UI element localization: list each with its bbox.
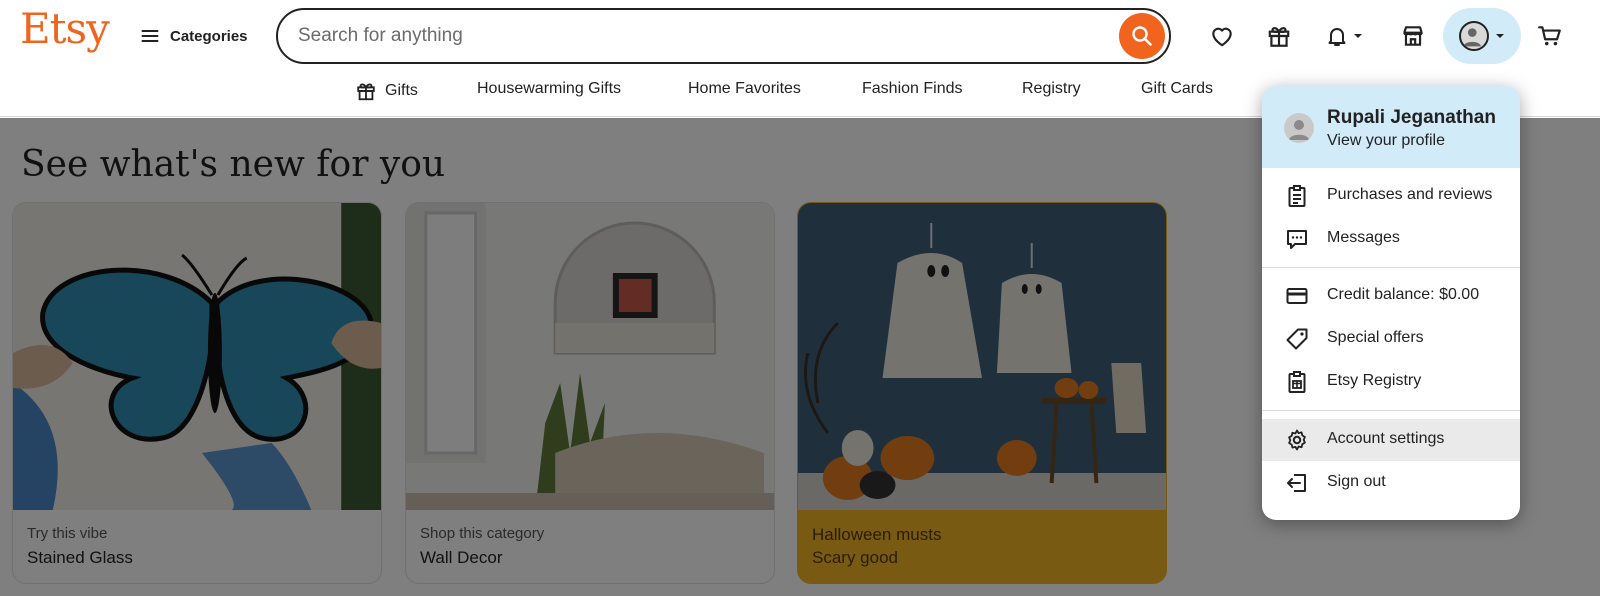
menu-item-label: Special offers [1327,329,1424,346]
store-icon [1403,26,1423,46]
menu-item-label: Purchases and reviews [1327,186,1493,203]
clipboard-icon [1288,185,1306,207]
subnav-home-favorites[interactable]: Home Favorites [688,80,801,98]
menu-divider [1262,410,1520,411]
search-bar [276,8,1171,64]
subnav-label: Gift Cards [1141,80,1214,97]
search-input[interactable] [298,22,1078,50]
message-icon [1287,230,1307,249]
notifications-button[interactable] [1316,16,1372,56]
subnav-label: Fashion Finds [862,80,963,97]
cart-button[interactable] [1530,16,1570,56]
menu-item-messages[interactable]: Messages [1262,218,1520,260]
subnav-fashion-finds[interactable]: Fashion Finds [862,80,963,98]
menu-item-special-offers[interactable]: Special offers [1262,318,1520,360]
gear-icon [1288,429,1306,451]
avatar [1284,113,1314,143]
credit-card-icon [1286,288,1308,304]
search-icon [1132,26,1152,46]
shop-manager-button[interactable] [1393,16,1433,56]
categories-label: Categories [170,27,248,45]
menu-item-label: Account settings [1327,430,1445,447]
menu-item-label: Sign out [1327,473,1386,490]
subnav-label: Housewarming Gifts [477,80,622,97]
subnav-housewarming-gifts[interactable]: Housewarming Gifts [477,80,621,98]
gift-icon [357,83,375,101]
bell-icon [1328,28,1346,46]
gift-mode-button[interactable] [1259,16,1299,56]
search-button[interactable] [1119,13,1165,59]
subnav-label: Gifts [385,82,418,99]
subnav-label: Home Favorites [688,80,801,97]
etsy-logo[interactable]: Etsy [20,4,110,53]
heart-icon [1212,27,1232,47]
menu-item-label: Messages [1327,229,1400,246]
profile-link[interactable]: Rupali Jeganathan View your profile [1262,86,1520,168]
menu-item-sign-out[interactable]: Sign out [1262,462,1520,504]
sign-out-icon [1287,474,1306,492]
categories-button[interactable]: Categories [140,22,248,50]
account-dropdown: Rupali Jeganathan View your profile Purc… [1262,86,1520,520]
tag-icon [1286,328,1308,350]
menu-icon [141,30,159,42]
favorites-button[interactable] [1202,16,1242,56]
menu-item-etsy-registry[interactable]: Etsy Registry [1262,361,1520,403]
menu-item-label: Etsy Registry [1327,372,1422,389]
menu-item-label: Credit balance: $0.00 [1327,286,1480,303]
subnav-registry[interactable]: Registry [1022,80,1081,98]
menu-divider [1262,267,1520,268]
subnav-label: Registry [1022,80,1081,97]
menu-item-purchases[interactable]: Purchases and reviews [1262,175,1520,217]
account-menu-button[interactable] [1443,8,1521,64]
profile-name: Rupali Jeganathan [1327,107,1496,128]
cart-icon [1538,26,1561,46]
menu-item-account-settings[interactable]: Account settings [1262,419,1520,461]
view-profile-label: View your profile [1327,132,1445,149]
menu-item-credit-balance[interactable]: Credit balance: $0.00 [1262,275,1520,317]
chevron-down-icon [1496,34,1504,38]
registry-icon [1288,371,1306,393]
chevron-down-icon [1354,34,1362,38]
gift-icon [1268,27,1290,47]
subnav-gift-cards[interactable]: Gift Cards [1141,80,1213,98]
avatar [1459,21,1489,51]
subnav-gifts[interactable]: Gifts [355,80,418,102]
